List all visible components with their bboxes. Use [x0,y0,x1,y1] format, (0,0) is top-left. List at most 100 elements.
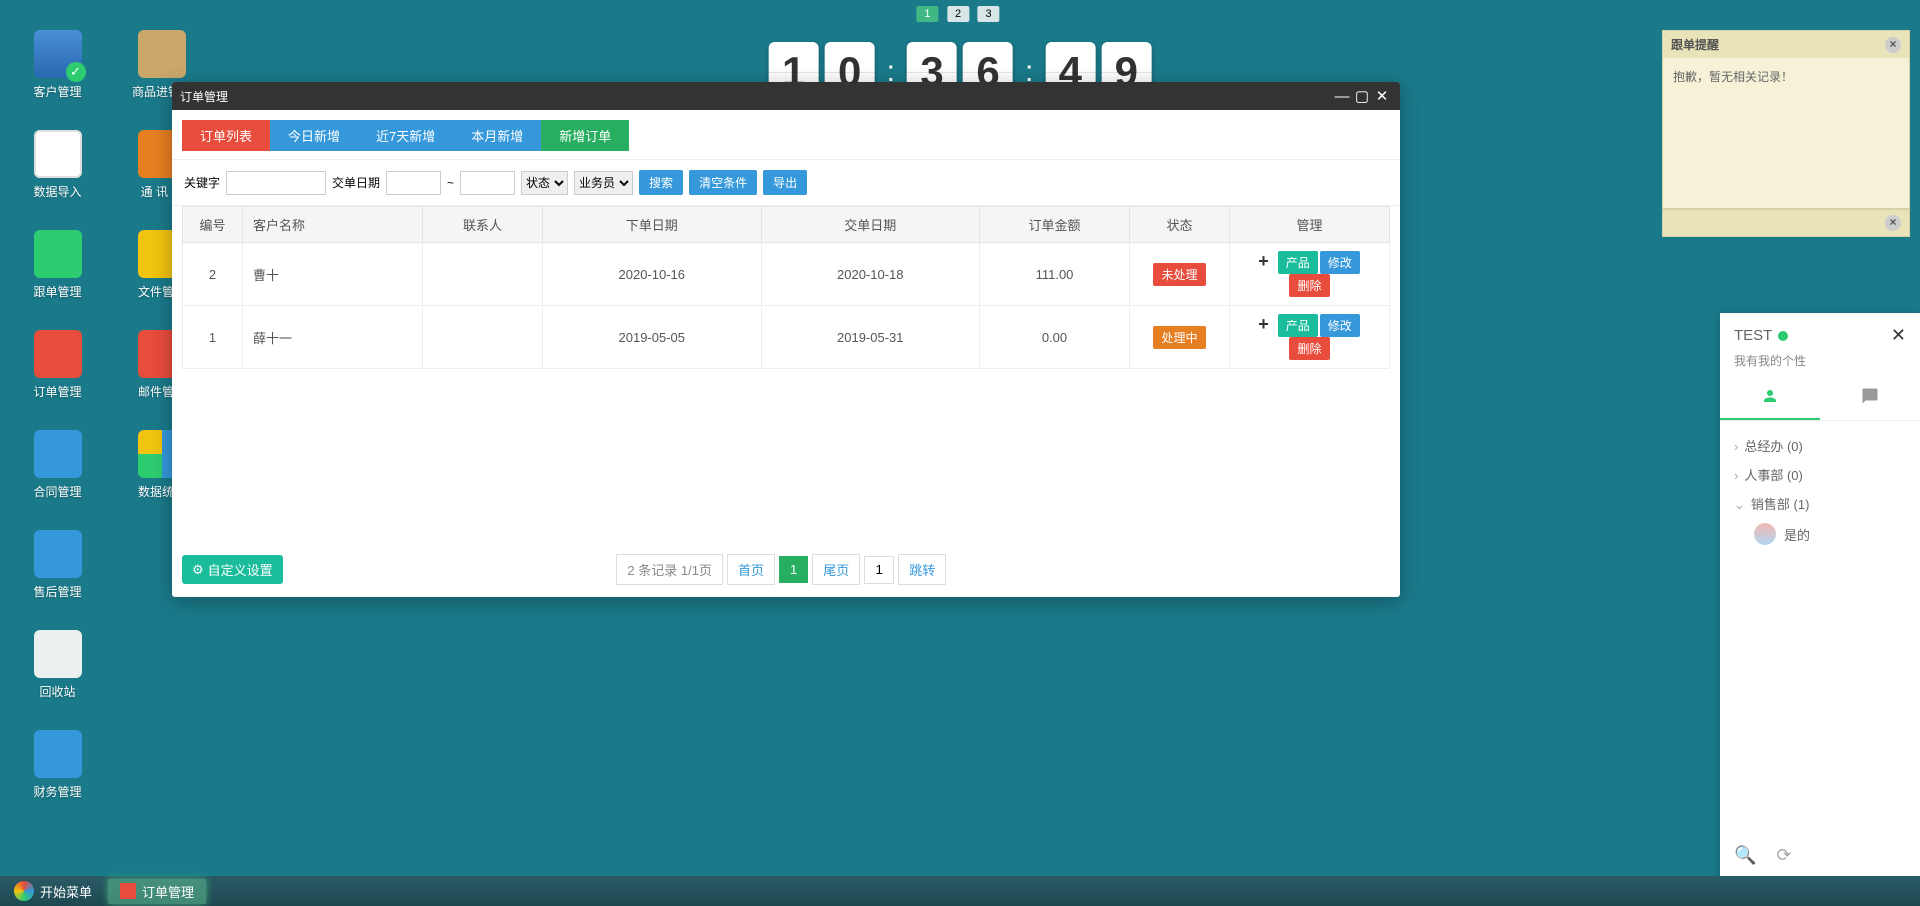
desktop-pager[interactable]: 1 2 3 [916,4,1003,22]
date-to-input[interactable] [460,171,515,195]
tab-list[interactable]: 订单列表 [182,120,270,151]
status-online-icon [1778,331,1788,341]
desktop-icon[interactable]: 跟单管理 [25,230,90,300]
page-info: 2 条记录 1/1页 [616,554,723,585]
desktop-icon[interactable]: 售后管理 [25,530,90,600]
desktop-icon[interactable]: 客户管理 [25,30,90,100]
order-window: 订单管理 — ▢ ✕ 订单列表今日新增近7天新增本月新增新增订单 关键字 交单日… [172,82,1400,597]
app-icon [34,430,82,478]
tab-new[interactable]: 新增订单 [541,120,629,151]
close-icon[interactable]: × [1885,37,1901,53]
icon-label: 订单管理 [25,383,90,400]
chat-panel: TEST ✕ 我有我的个性 总经办 (0)人事部 (0)销售部 (1)是的 🔍 … [1720,313,1920,876]
gear-icon: ⚙ [192,562,204,578]
app-icon [34,130,82,178]
add-button[interactable]: + [1258,314,1269,334]
app-icon [34,330,82,378]
app-icon [138,30,186,78]
edit-button[interactable]: 修改 [1320,251,1360,274]
taskbar: 开始菜单 订单管理 [0,876,1920,906]
table-row[interactable]: 2曹十2020-10-162020-10-18111.00未处理+产品修改删除 [183,243,1390,306]
window-footer: ⚙自定义设置 2 条记录 1/1页 首页 1 尾页 跳转 [182,554,1390,585]
maximize-icon[interactable]: ▢ [1352,86,1372,106]
tab-today[interactable]: 今日新增 [270,120,358,151]
contacts-tab[interactable] [1720,379,1820,420]
page-input[interactable] [864,556,894,584]
avatar [1754,523,1776,545]
desktop-icon[interactable]: 合同管理 [25,430,90,500]
page-1-button[interactable]: 1 [779,556,808,583]
app-icon [34,630,82,678]
staff-select[interactable]: 业务员 [574,171,633,195]
pagination: 2 条记录 1/1页 首页 1 尾页 跳转 [616,554,946,585]
start-orb-icon [14,881,34,901]
reminder-body: 抱歉，暂无相关记录！ [1663,58,1909,208]
desktop-icon[interactable]: 订单管理 [25,330,90,400]
reminder-panel: 跟单提醒 × 抱歉，暂无相关记录！ [1662,30,1910,209]
chat-group[interactable]: 销售部 (1) [1734,489,1906,518]
app-icon [34,230,82,278]
icon-label: 跟单管理 [25,283,90,300]
product-button[interactable]: 产品 [1278,314,1318,337]
tab-month[interactable]: 本月新增 [453,120,541,151]
close-icon[interactable]: ✕ [1891,325,1906,346]
member-name: 是的 [1784,525,1810,544]
chat-group[interactable]: 总经办 (0) [1734,431,1906,460]
pager-3[interactable]: 3 [978,6,1000,22]
app-icon [34,730,82,778]
icon-label: 数据导入 [25,183,90,200]
date-from-input[interactable] [386,171,441,195]
first-page-button[interactable]: 首页 [727,554,775,585]
task-order[interactable]: 订单管理 [108,879,206,904]
minimize-icon[interactable]: — [1332,86,1352,106]
chat-member[interactable]: 是的 [1734,518,1906,550]
table-row[interactable]: 1薛十一2019-05-052019-05-310.00处理中+产品修改删除 [183,306,1390,369]
icon-label: 客户管理 [25,83,90,100]
status-select[interactable]: 状态 [521,171,568,195]
export-button[interactable]: 导出 [763,170,807,195]
status-badge: 处理中 [1153,326,1205,349]
pager-1[interactable]: 1 [916,6,938,22]
edit-button[interactable]: 修改 [1320,314,1360,337]
chat-username: TEST [1734,327,1772,344]
chat-group[interactable]: 人事部 (0) [1734,460,1906,489]
app-icon [34,530,82,578]
window-title: 订单管理 [180,88,228,105]
desktop-icon[interactable]: 回收站 [25,630,90,700]
clear-button[interactable]: 清空条件 [689,170,757,195]
messages-tab[interactable] [1820,379,1920,420]
app-icon [34,30,82,78]
status-badge: 未处理 [1153,263,1205,286]
close-icon[interactable]: ✕ [1372,86,1392,106]
order-icon [120,883,136,899]
custom-settings-button[interactable]: ⚙自定义设置 [182,555,283,584]
close-icon[interactable]: × [1885,215,1901,231]
order-tabs: 订单列表今日新增近7天新增本月新增新增订单 [172,110,1400,160]
icon-label: 售后管理 [25,583,90,600]
orders-table: 编号 客户名称 联系人 下单日期 交单日期 订单金额 状态 管理 2曹十2020… [182,206,1390,369]
keyword-input[interactable] [226,171,326,195]
product-button[interactable]: 产品 [1278,251,1318,274]
search-button[interactable]: 搜索 [639,170,683,195]
pager-2[interactable]: 2 [947,6,969,22]
delete-button[interactable]: 删除 [1289,337,1329,360]
last-page-button[interactable]: 尾页 [812,554,860,585]
filter-bar: 关键字 交单日期 ~ 状态 业务员 搜索 清空条件 导出 [172,160,1400,206]
icon-label: 合同管理 [25,483,90,500]
tab-week[interactable]: 近7天新增 [358,120,453,151]
title-bar[interactable]: 订单管理 — ▢ ✕ [172,82,1400,110]
desktop-icon[interactable]: 财务管理 [25,730,90,800]
start-button[interactable]: 开始菜单 [4,878,102,904]
reminder-title: 跟单提醒 [1671,36,1719,53]
chat-subtitle: 我有我的个性 [1720,352,1920,379]
icon-label: 财务管理 [25,783,90,800]
search-icon[interactable]: 🔍 [1734,845,1756,866]
date-label: 交单日期 [332,174,380,191]
settings-icon[interactable]: ⟳ [1776,845,1791,866]
icon-label: 回收站 [25,683,90,700]
add-button[interactable]: + [1258,251,1269,271]
desktop-icon[interactable]: 数据导入 [25,130,90,200]
keyword-label: 关键字 [184,174,220,191]
delete-button[interactable]: 删除 [1289,274,1329,297]
jump-button[interactable]: 跳转 [898,554,946,585]
